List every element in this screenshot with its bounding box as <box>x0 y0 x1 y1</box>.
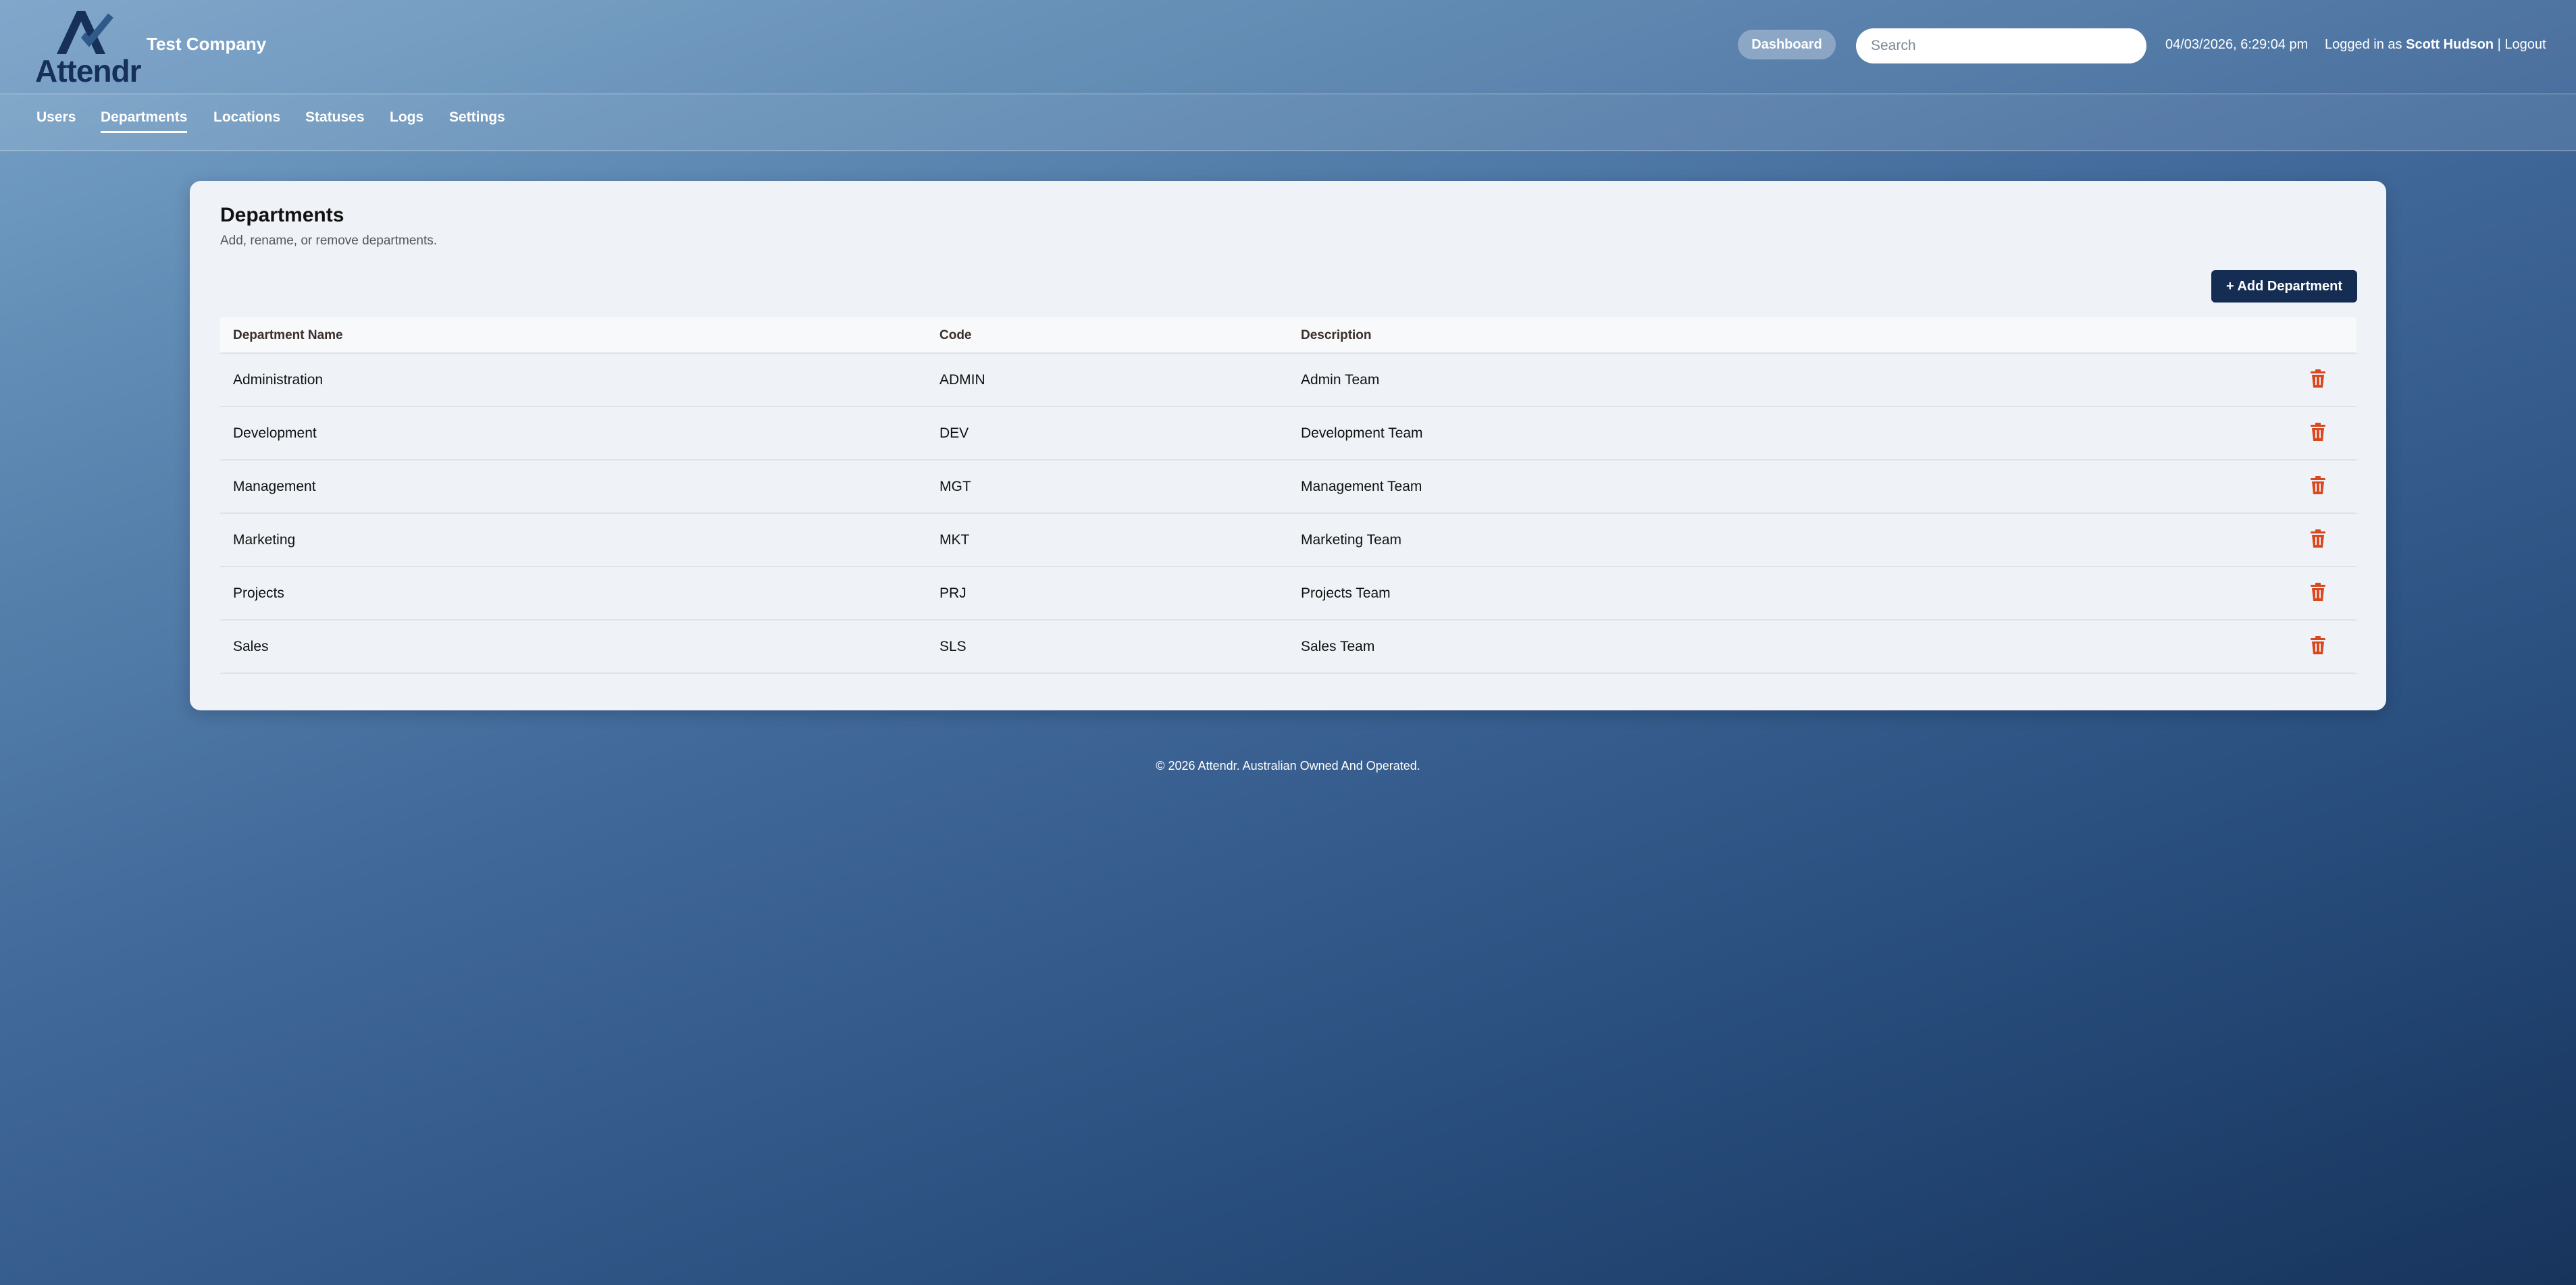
table-row: Management MGT Management Team <box>220 461 2356 514</box>
nav-item-locations[interactable]: Locations <box>213 109 280 131</box>
department-code[interactable]: DEV <box>939 425 969 442</box>
attendr-logo[interactable]: Attendr <box>35 8 142 88</box>
page-title: Departments <box>220 204 344 226</box>
column-header-department-name[interactable]: Department Name <box>233 328 343 343</box>
nav-item-users[interactable]: Users <box>36 109 76 131</box>
table-row: Sales SLS Sales Team <box>220 621 2356 674</box>
department-code[interactable]: PRJ <box>939 585 967 602</box>
user-name: Scott Hudson <box>2406 37 2494 52</box>
trash-icon[interactable] <box>2309 475 2327 496</box>
department-code[interactable]: MKT <box>939 532 969 548</box>
add-department-button[interactable]: + Add Department <box>2211 270 2357 303</box>
department-description[interactable]: Development Team <box>1301 425 1423 442</box>
logout-link[interactable]: Logout <box>2504 37 2546 52</box>
dashboard-button[interactable]: Dashboard <box>1738 30 1836 59</box>
column-header-description[interactable]: Description <box>1301 328 1372 343</box>
department-description[interactable]: Sales Team <box>1301 639 1374 655</box>
attendr-logo-icon <box>57 11 113 54</box>
current-datetime: 04/03/2026, 6:29:04 pm <box>2165 37 2309 52</box>
nav-item-settings[interactable]: Settings <box>449 109 505 131</box>
table-row: Projects PRJ Projects Team <box>220 567 2356 621</box>
table-row: Administration ADMIN Admin Team <box>220 354 2356 407</box>
department-description[interactable]: Admin Team <box>1301 372 1379 388</box>
departments-card: Departments Add, rename, or remove depar… <box>190 181 2386 710</box>
trash-icon[interactable] <box>2309 529 2327 549</box>
department-name[interactable]: Administration <box>233 372 323 388</box>
department-name[interactable]: Marketing <box>233 532 295 548</box>
nav-item-departments[interactable]: Departments <box>101 109 188 133</box>
department-code[interactable]: ADMIN <box>939 372 985 388</box>
login-info: Logged in as Scott Hudson | Logout <box>2325 37 2546 53</box>
table-row: Development DEV Development Team <box>220 407 2356 461</box>
trash-icon[interactable] <box>2309 635 2327 656</box>
top-header: Attendr Test Company Dashboard 04/03/202… <box>0 0 2576 95</box>
department-name[interactable]: Sales <box>233 639 269 655</box>
search-input[interactable] <box>1856 28 2146 63</box>
department-code[interactable]: MGT <box>939 479 971 495</box>
department-description[interactable]: Management Team <box>1301 479 1422 495</box>
department-description[interactable]: Marketing Team <box>1301 532 1401 548</box>
nav-item-statuses[interactable]: Statuses <box>305 109 365 131</box>
search-box <box>1856 28 2146 63</box>
departments-table: Department Name Code Description Adminis… <box>220 317 2356 674</box>
main-nav: Users Departments Locations Statuses Log… <box>0 95 2576 151</box>
nav-item-logs[interactable]: Logs <box>390 109 423 131</box>
table-row: Marketing MKT Marketing Team <box>220 514 2356 567</box>
page-subtitle: Add, rename, or remove departments. <box>220 234 438 248</box>
login-separator: | <box>2494 37 2505 52</box>
footer-copyright: © 2026 Attendr. Australian Owned And Ope… <box>1156 759 1420 772</box>
department-code[interactable]: SLS <box>939 639 967 655</box>
trash-icon[interactable] <box>2309 422 2327 442</box>
department-name[interactable]: Projects <box>233 585 284 602</box>
column-header-code[interactable]: Code <box>939 328 972 343</box>
table-header: Department Name Code Description <box>220 317 2356 354</box>
trash-icon[interactable] <box>2309 582 2327 602</box>
department-description[interactable]: Projects Team <box>1301 585 1391 602</box>
trash-icon[interactable] <box>2309 369 2327 389</box>
logo-text: Attendr <box>35 53 142 88</box>
department-name[interactable]: Management <box>233 479 316 495</box>
logged-in-prefix: Logged in as <box>2325 37 2406 52</box>
company-name: Test Company <box>147 34 267 54</box>
department-name[interactable]: Development <box>233 425 317 442</box>
